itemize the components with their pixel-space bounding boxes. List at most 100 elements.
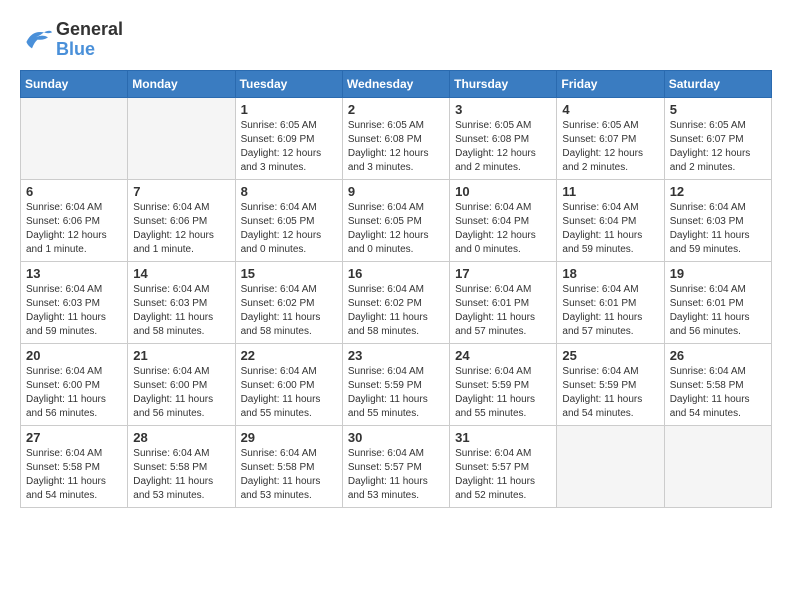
day-info: Sunrise: 6:04 AM Sunset: 5:59 PM Dayligh… [455, 365, 551, 421]
day-info: Sunrise: 6:04 AM Sunset: 6:03 PM Dayligh… [133, 283, 229, 339]
day-number: 11 [562, 184, 658, 199]
weekday-header-tuesday: Tuesday [235, 70, 342, 97]
day-info: Sunrise: 6:04 AM Sunset: 6:00 PM Dayligh… [26, 365, 122, 421]
day-info: Sunrise: 6:04 AM Sunset: 6:03 PM Dayligh… [670, 201, 766, 257]
calendar-cell: 2 Sunrise: 6:05 AM Sunset: 6:08 PM Daylig… [342, 97, 449, 179]
calendar-cell: 13Sunrise: 6:04 AM Sunset: 6:03 PM Dayli… [21, 261, 128, 343]
day-info: Sunrise: 6:05 AM Sunset: 6:08 PM Dayligh… [348, 119, 444, 175]
day-number: 13 [26, 266, 122, 281]
day-number: 6 [26, 184, 122, 199]
day-number: 23 [348, 348, 444, 363]
day-info: Sunrise: 6:04 AM Sunset: 6:01 PM Dayligh… [455, 283, 551, 339]
calendar-table: SundayMondayTuesdayWednesdayThursdayFrid… [20, 70, 772, 508]
calendar-week-row: 20 Sunrise: 6:04 AM Sunset: 6:00 PM Dayli… [21, 343, 772, 425]
day-number: 16 [348, 266, 444, 281]
day-info: Sunrise: 6:04 AM Sunset: 6:00 PM Dayligh… [133, 365, 229, 421]
calendar-cell: 21 Sunrise: 6:04 AM Sunset: 6:00 PM Dayli… [128, 343, 235, 425]
day-info: Sunrise: 6:04 AM Sunset: 5:58 PM Dayligh… [26, 447, 122, 503]
day-info: Sunrise: 6:04 AM Sunset: 6:02 PM Dayligh… [241, 283, 337, 339]
calendar-week-row: 6 Sunrise: 6:04 AM Sunset: 6:06 PM Daylig… [21, 179, 772, 261]
day-number: 15 [241, 266, 337, 281]
day-info: Sunrise: 6:04 AM Sunset: 5:58 PM Dayligh… [670, 365, 766, 421]
calendar-cell: 20 Sunrise: 6:04 AM Sunset: 6:00 PM Dayli… [21, 343, 128, 425]
day-info: Sunrise: 6:05 AM Sunset: 6:08 PM Dayligh… [455, 119, 551, 175]
calendar-cell: 6 Sunrise: 6:04 AM Sunset: 6:06 PM Daylig… [21, 179, 128, 261]
day-number: 20 [26, 348, 122, 363]
day-info: Sunrise: 6:04 AM Sunset: 6:06 PM Dayligh… [26, 201, 122, 257]
calendar-cell: 14 Sunrise: 6:04 AM Sunset: 6:03 PM Dayli… [128, 261, 235, 343]
weekday-header-wednesday: Wednesday [342, 70, 449, 97]
day-info: Sunrise: 6:04 AM Sunset: 5:58 PM Dayligh… [241, 447, 337, 503]
calendar-cell: 27 Sunrise: 6:04 AM Sunset: 5:58 PM Dayli… [21, 425, 128, 507]
day-number: 14 [133, 266, 229, 281]
day-number: 10 [455, 184, 551, 199]
day-info: Sunrise: 6:04 AM Sunset: 6:01 PM Dayligh… [670, 283, 766, 339]
day-number: 3 [455, 102, 551, 117]
calendar-cell: 7 Sunrise: 6:04 AM Sunset: 6:06 PM Daylig… [128, 179, 235, 261]
calendar-cell: 24Sunrise: 6:04 AM Sunset: 5:59 PM Dayli… [450, 343, 557, 425]
calendar-cell: 16 Sunrise: 6:04 AM Sunset: 6:02 PM Dayli… [342, 261, 449, 343]
calendar-cell: 26 Sunrise: 6:04 AM Sunset: 5:58 PM Dayli… [664, 343, 771, 425]
calendar-cell: 15 Sunrise: 6:04 AM Sunset: 6:02 PM Dayli… [235, 261, 342, 343]
day-info: Sunrise: 6:04 AM Sunset: 6:01 PM Dayligh… [562, 283, 658, 339]
calendar-week-row: 13 Sunrise: 6:04 AM Sunset: 6:03 PM Dayli… [21, 261, 772, 343]
day-number: 4 [562, 102, 658, 117]
day-info: Sunrise: 6:04 AM Sunset: 6:00 PM Dayligh… [241, 365, 337, 421]
day-info: Sunrise: 6:04 AM Sunset: 5:59 PM Dayligh… [562, 365, 658, 421]
calendar-cell: 8Sunrise: 6:04 AM Sunset: 6:05 PM Daylig… [235, 179, 342, 261]
calendar-cell: 9Sunrise: 6:04 AM Sunset: 6:05 PM Daylig… [342, 179, 449, 261]
day-number: 21 [133, 348, 229, 363]
calendar-cell: 10Sunrise: 6:04 AM Sunset: 6:04 PM Dayli… [450, 179, 557, 261]
calendar-cell: 18 Sunrise: 6:04 AM Sunset: 6:01 PM Dayli… [557, 261, 664, 343]
day-number: 12 [670, 184, 766, 199]
logo-text-general: General [56, 20, 123, 40]
calendar-cell: 5Sunrise: 6:05 AM Sunset: 6:07 PM Daylig… [664, 97, 771, 179]
day-number: 27 [26, 430, 122, 445]
day-number: 1 [241, 102, 337, 117]
day-info: Sunrise: 6:04 AM Sunset: 6:06 PM Dayligh… [133, 201, 229, 257]
calendar-cell: 1 Sunrise: 6:05 AM Sunset: 6:09 PM Daylig… [235, 97, 342, 179]
logo: General Blue [20, 20, 123, 60]
calendar-cell: 31Sunrise: 6:04 AM Sunset: 5:57 PM Dayli… [450, 425, 557, 507]
calendar-cell: 29Sunrise: 6:04 AM Sunset: 5:58 PM Dayli… [235, 425, 342, 507]
weekday-header-friday: Friday [557, 70, 664, 97]
calendar-week-row: 1 Sunrise: 6:05 AM Sunset: 6:09 PM Daylig… [21, 97, 772, 179]
day-number: 5 [670, 102, 766, 117]
day-number: 9 [348, 184, 444, 199]
calendar-cell: 30 Sunrise: 6:04 AM Sunset: 5:57 PM Dayli… [342, 425, 449, 507]
day-number: 22 [241, 348, 337, 363]
day-number: 26 [670, 348, 766, 363]
day-info: Sunrise: 6:04 AM Sunset: 6:04 PM Dayligh… [562, 201, 658, 257]
calendar-cell [557, 425, 664, 507]
calendar-cell: 23 Sunrise: 6:04 AM Sunset: 5:59 PM Dayli… [342, 343, 449, 425]
logo-text-blue: Blue [56, 40, 123, 60]
logo-icon [20, 26, 52, 54]
day-number: 17 [455, 266, 551, 281]
day-number: 19 [670, 266, 766, 281]
day-number: 18 [562, 266, 658, 281]
calendar-cell: 4Sunrise: 6:05 AM Sunset: 6:07 PM Daylig… [557, 97, 664, 179]
calendar-cell: 28Sunrise: 6:04 AM Sunset: 5:58 PM Dayli… [128, 425, 235, 507]
page-header: General Blue [20, 20, 772, 60]
day-info: Sunrise: 6:04 AM Sunset: 5:59 PM Dayligh… [348, 365, 444, 421]
day-info: Sunrise: 6:04 AM Sunset: 5:57 PM Dayligh… [348, 447, 444, 503]
day-info: Sunrise: 6:05 AM Sunset: 6:09 PM Dayligh… [241, 119, 337, 175]
calendar-cell: 25 Sunrise: 6:04 AM Sunset: 5:59 PM Dayli… [557, 343, 664, 425]
day-number: 2 [348, 102, 444, 117]
weekday-header-sunday: Sunday [21, 70, 128, 97]
day-number: 25 [562, 348, 658, 363]
day-info: Sunrise: 6:04 AM Sunset: 5:58 PM Dayligh… [133, 447, 229, 503]
day-number: 30 [348, 430, 444, 445]
calendar-cell [128, 97, 235, 179]
day-number: 7 [133, 184, 229, 199]
weekday-header-monday: Monday [128, 70, 235, 97]
calendar-week-row: 27 Sunrise: 6:04 AM Sunset: 5:58 PM Dayli… [21, 425, 772, 507]
calendar-cell: 19 Sunrise: 6:04 AM Sunset: 6:01 PM Dayli… [664, 261, 771, 343]
day-info: Sunrise: 6:04 AM Sunset: 6:02 PM Dayligh… [348, 283, 444, 339]
day-info: Sunrise: 6:04 AM Sunset: 5:57 PM Dayligh… [455, 447, 551, 503]
calendar-cell: 17 Sunrise: 6:04 AM Sunset: 6:01 PM Dayli… [450, 261, 557, 343]
day-info: Sunrise: 6:04 AM Sunset: 6:05 PM Dayligh… [241, 201, 337, 257]
calendar-cell: 3 Sunrise: 6:05 AM Sunset: 6:08 PM Daylig… [450, 97, 557, 179]
weekday-header-saturday: Saturday [664, 70, 771, 97]
calendar-cell: 22 Sunrise: 6:04 AM Sunset: 6:00 PM Dayli… [235, 343, 342, 425]
